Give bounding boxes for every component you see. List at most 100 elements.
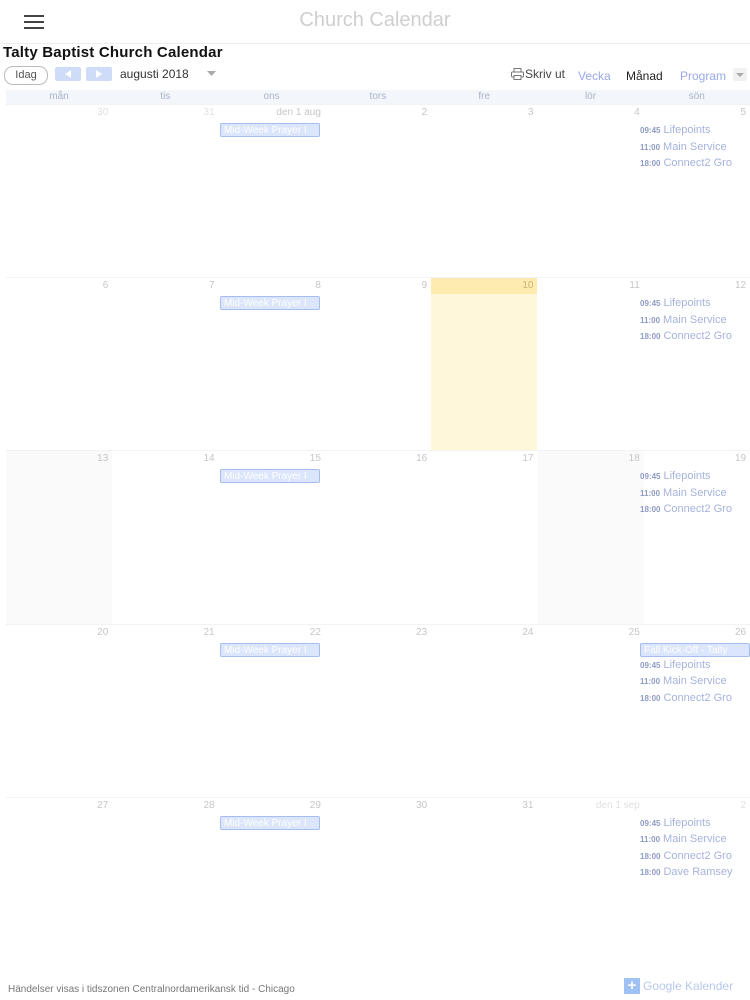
timed-event[interactable]: 18:00 Connect2 Gro: [640, 330, 750, 346]
tab-agenda-view[interactable]: Program: [680, 69, 726, 83]
event-title: Lifepoints: [663, 816, 711, 829]
all-day-event[interactable]: Mid-Week Prayer I: [220, 469, 320, 484]
day-cell[interactable]: 31: [112, 105, 218, 278]
day-cell[interactable]: 14: [112, 451, 218, 624]
day-number[interactable]: 5: [741, 107, 747, 118]
timed-event[interactable]: 09:45 Lifepoints: [640, 297, 750, 313]
day-number[interactable]: 23: [416, 627, 427, 638]
day-number[interactable]: 17: [522, 453, 533, 464]
day-cell[interactable]: 11: [538, 278, 644, 451]
day-cell[interactable]: den 1 sep: [538, 798, 644, 971]
today-button[interactable]: Idag: [4, 66, 48, 85]
timed-event[interactable]: 18:00 Dave Ramsey: [640, 866, 750, 882]
day-number[interactable]: 30: [97, 107, 108, 118]
event-title: Main Service: [663, 675, 727, 688]
event-title: Connect2 Gro: [663, 503, 732, 516]
day-cell[interactable]: 30: [6, 105, 112, 278]
all-day-event[interactable]: Mid-Week Prayer I: [220, 123, 320, 137]
tab-week-view[interactable]: Vecka: [578, 69, 611, 83]
print-label: Skriv ut: [525, 67, 566, 81]
day-number[interactable]: 6: [103, 280, 109, 291]
tab-month-view[interactable]: Månad: [626, 69, 663, 83]
timed-event[interactable]: 11:00 Main Service: [640, 675, 750, 691]
day-cell[interactable]: 4: [538, 105, 644, 278]
event-title: Connect2 Gro: [663, 330, 732, 343]
day-cell[interactable]: 17: [431, 451, 537, 624]
all-day-event[interactable]: Mid-Week Prayer I: [220, 642, 320, 657]
day-cell[interactable]: 28: [112, 798, 218, 971]
day-number[interactable]: 25: [629, 627, 640, 638]
day-number[interactable]: den 1 sep: [596, 800, 640, 811]
day-cell-today[interactable]: 10: [431, 278, 538, 452]
day-cell[interactable]: 6: [6, 278, 112, 451]
day-cell[interactable]: 31: [431, 798, 537, 971]
chevron-right-icon: [96, 70, 102, 78]
day-number[interactable]: 4: [634, 107, 640, 118]
timed-event[interactable]: 09:45 Lifepoints: [640, 659, 750, 675]
day-number[interactable]: 26: [735, 627, 746, 638]
day-cell[interactable]: 20: [6, 625, 112, 798]
day-number[interactable]: 16: [416, 453, 427, 464]
timed-event[interactable]: 18:00 Connect2 Gro: [640, 157, 750, 173]
day-number[interactable]: 9: [422, 280, 428, 291]
chevron-down-icon[interactable]: [207, 71, 216, 77]
timed-event[interactable]: 18:00 Connect2 Gro: [640, 503, 750, 519]
day-cell[interactable]: 30: [325, 798, 431, 971]
day-number[interactable]: 13: [97, 453, 108, 464]
timed-event[interactable]: 18:00 Connect2 Gro: [640, 850, 750, 866]
timed-event[interactable]: 11:00 Main Service: [640, 141, 750, 157]
day-number[interactable]: 15: [310, 453, 321, 464]
day-cell[interactable]: 21: [112, 625, 218, 798]
day-number[interactable]: 14: [203, 453, 214, 464]
day-number[interactable]: 27: [97, 800, 108, 811]
day-number[interactable]: 31: [203, 107, 214, 118]
day-number[interactable]: 11: [629, 280, 639, 291]
day-cell[interactable]: 23: [325, 625, 431, 798]
day-number[interactable]: 21: [203, 627, 214, 638]
day-number[interactable]: 3: [528, 107, 534, 118]
day-cell[interactable]: 27: [6, 798, 112, 971]
day-cell[interactable]: 2: [325, 105, 431, 278]
day-number[interactable]: 19: [735, 453, 746, 464]
day-number[interactable]: 28: [203, 800, 214, 811]
timed-event[interactable]: 11:00 Main Service: [640, 833, 750, 849]
day-cell[interactable]: 7: [112, 278, 218, 451]
day-number[interactable]: 2: [741, 800, 747, 811]
day-number[interactable]: 18: [629, 453, 640, 464]
day-number[interactable]: 24: [522, 627, 533, 638]
day-number[interactable]: 2: [422, 107, 428, 118]
day-cell[interactable]: 16: [325, 451, 431, 624]
all-day-event[interactable]: Fall Kick-Off - Talty: [640, 642, 750, 657]
timed-event[interactable]: 09:45 Lifepoints: [640, 817, 750, 833]
day-number[interactable]: 7: [209, 280, 215, 291]
day-number[interactable]: 22: [310, 627, 321, 638]
previous-month-button[interactable]: [55, 67, 81, 81]
day-number[interactable]: 29: [310, 800, 321, 811]
next-month-button[interactable]: [86, 67, 112, 81]
event-time: 09:45: [640, 126, 661, 135]
day-cell[interactable]: 3: [431, 105, 537, 278]
day-number[interactable]: 31: [522, 800, 533, 811]
view-menu-button[interactable]: [733, 68, 747, 81]
event-time: 09:45: [640, 472, 661, 482]
day-number[interactable]: 8: [315, 280, 321, 291]
day-cell[interactable]: 25: [538, 625, 644, 798]
day-cell[interactable]: 13: [6, 451, 113, 625]
timed-event[interactable]: 11:00 Main Service: [640, 487, 750, 503]
day-cell[interactable]: 18: [537, 451, 644, 625]
day-number[interactable]: 12: [735, 280, 746, 291]
day-cell[interactable]: 24: [431, 625, 537, 798]
day-number[interactable]: 20: [97, 627, 108, 638]
all-day-event[interactable]: Mid-Week Prayer I: [220, 815, 320, 830]
timed-event[interactable]: 11:00 Main Service: [640, 314, 750, 330]
timed-event[interactable]: 09:45 Lifepoints: [640, 470, 750, 486]
weekday-header: fre: [478, 91, 491, 102]
day-number[interactable]: 10: [522, 280, 533, 291]
all-day-event[interactable]: Mid-Week Prayer I: [220, 296, 320, 311]
timed-event[interactable]: 09:45 Lifepoints: [640, 124, 750, 140]
day-number[interactable]: 30: [416, 800, 427, 811]
print-button[interactable]: Skriv ut: [511, 67, 565, 81]
timed-event[interactable]: 18:00 Connect2 Gro: [640, 692, 750, 708]
day-number[interactable]: den 1 aug: [276, 107, 321, 118]
day-cell[interactable]: 9: [325, 278, 431, 451]
